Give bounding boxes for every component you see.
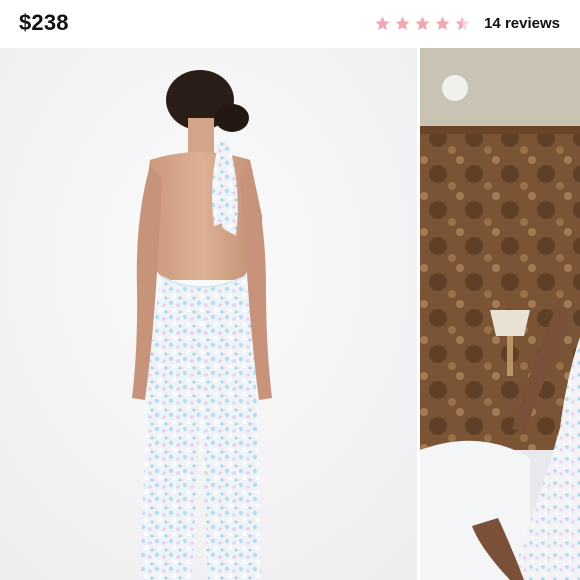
star-icon [375, 15, 390, 30]
star-half-icon [455, 15, 470, 30]
photo-room-view[interactable] [420, 48, 580, 580]
listing-header: $238 14 reviews [0, 0, 580, 46]
room-scene-illustration [420, 48, 580, 580]
star-icon [395, 15, 410, 30]
rating[interactable]: 14 reviews [374, 15, 560, 32]
photo-back-view[interactable] [0, 48, 417, 580]
smoke-detector-icon [442, 75, 468, 101]
star-icon [435, 15, 450, 30]
model-back-illustration [0, 48, 417, 580]
review-count-link[interactable]: 14 reviews [484, 15, 560, 32]
image-gallery[interactable] [0, 48, 580, 580]
star-icon [415, 15, 430, 30]
price: $238 [19, 10, 69, 35]
